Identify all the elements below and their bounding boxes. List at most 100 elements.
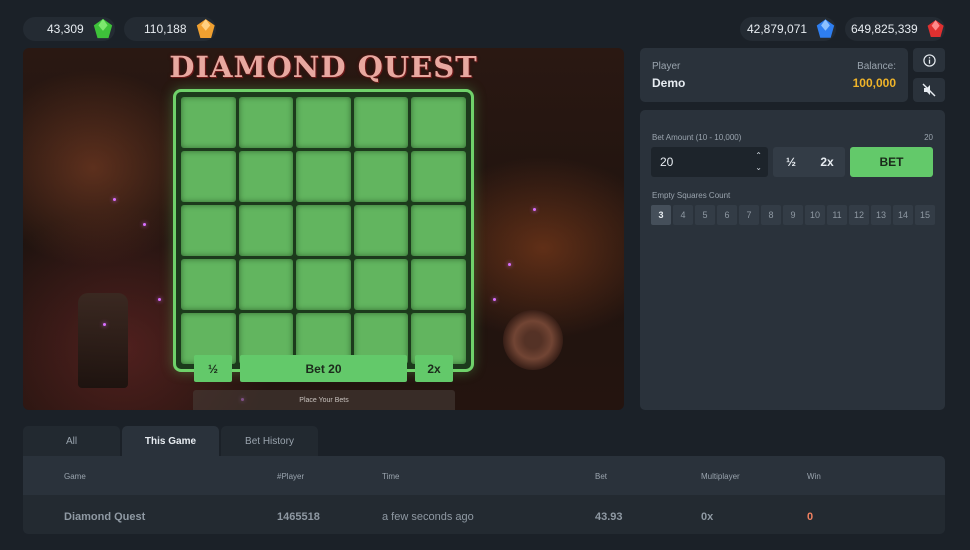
player-card: Player Demo Balance: 100,000 [640, 48, 908, 102]
game-double-button[interactable]: 2x [415, 355, 453, 382]
board-tile[interactable] [181, 259, 236, 310]
info-button[interactable] [913, 48, 945, 72]
square-count-option[interactable]: 6 [717, 205, 737, 225]
empty-squares-label: Empty Squares Count [652, 191, 731, 200]
bet-amount-input[interactable]: 20 ⌃ ⌄ [651, 147, 768, 177]
square-count-option[interactable]: 4 [673, 205, 693, 225]
jackpot-orange: 110,188 [124, 17, 216, 41]
bet-modifier-group: ½ 2x [773, 147, 845, 177]
square-count-option[interactable]: 5 [695, 205, 715, 225]
mute-button[interactable] [913, 78, 945, 102]
double-bet-button[interactable]: 2x [809, 147, 845, 177]
board-tile[interactable] [238, 97, 294, 148]
half-bet-button[interactable]: ½ [773, 147, 809, 177]
bet-amount-label: Bet Amount (10 - 10,000) [652, 133, 742, 142]
sparkle [493, 298, 496, 301]
orange-gem-icon [196, 19, 215, 38]
square-count-option[interactable]: 13 [871, 205, 891, 225]
empty-squares-selector: 3 4 5 6 7 8 9 10 11 12 13 14 15 [651, 205, 935, 225]
square-count-option[interactable]: 10 [805, 205, 825, 225]
board-tile[interactable] [181, 151, 236, 202]
board-tile[interactable] [296, 151, 351, 202]
history-tabs: All This Game Bet History [23, 426, 318, 456]
square-count-option[interactable]: 7 [739, 205, 759, 225]
square-count-option[interactable]: 12 [849, 205, 869, 225]
square-count-option[interactable]: 3 [651, 205, 671, 225]
game-canvas: DIAMOND QUEST ½ Bet 20 2x Place Your Bet… [23, 48, 624, 410]
jackpot-value: 42,879,071 [747, 22, 808, 36]
jackpot-blue: 42,879,071 [740, 17, 836, 41]
amount-stepper[interactable]: ⌃ ⌄ [755, 150, 762, 174]
jackpot-red: 649,825,339 [845, 17, 945, 41]
cell-multiplier: 0x [701, 511, 714, 523]
board-tile[interactable] [181, 97, 236, 148]
scroll-decoration [503, 310, 563, 370]
board-tile[interactable] [353, 259, 409, 310]
square-count-option[interactable]: 11 [827, 205, 847, 225]
info-icon [922, 53, 936, 67]
column-header: Win [807, 472, 821, 481]
balance-label: Balance: [857, 61, 896, 72]
board-tile[interactable] [238, 205, 294, 256]
bet-button[interactable]: BET [850, 147, 933, 177]
board-tile[interactable] [411, 97, 466, 148]
board-tile[interactable] [411, 205, 466, 256]
bets-table: Game #Player Time Bet Multiplayer Win Di… [23, 456, 945, 534]
place-bets-hint: Place Your Bets [193, 390, 455, 410]
column-header: Game [64, 472, 86, 481]
board-tile[interactable] [353, 151, 409, 202]
board-tile[interactable] [181, 205, 236, 256]
board-tile[interactable] [296, 259, 351, 310]
bet-amount-value: 20 [660, 155, 674, 169]
sparkle [113, 198, 116, 201]
sparkle [103, 323, 106, 326]
sparkle [158, 298, 161, 301]
board-tile[interactable] [411, 151, 466, 202]
square-count-option[interactable]: 14 [893, 205, 913, 225]
tab-all[interactable]: All [23, 426, 120, 456]
balance-value: 100,000 [852, 76, 896, 90]
cell-game: Diamond Quest [64, 511, 146, 523]
red-gem-icon [927, 20, 944, 38]
tab-bet-history[interactable]: Bet History [221, 426, 318, 456]
sparkle [533, 208, 536, 211]
board-tile[interactable] [296, 97, 351, 148]
cell-bet: 43.93 [595, 511, 623, 523]
player-name: Demo [652, 76, 686, 90]
chevron-up-icon[interactable]: ⌃ [755, 150, 762, 162]
column-header: Time [382, 472, 400, 481]
cell-player: 1465518 [277, 511, 320, 523]
board-tile[interactable] [238, 151, 294, 202]
sparkle [143, 223, 146, 226]
square-count-option[interactable]: 8 [761, 205, 781, 225]
column-header: Bet [595, 472, 608, 481]
game-title: DIAMOND QUEST [169, 50, 478, 84]
player-label: Player [652, 61, 681, 72]
column-header: Multiplayer [701, 472, 740, 481]
square-count-option[interactable]: 15 [915, 205, 935, 225]
board-tile[interactable] [353, 97, 409, 148]
cell-win: 0 [807, 511, 814, 523]
board-tile[interactable] [411, 259, 466, 310]
cell-time: a few seconds ago [382, 511, 474, 523]
game-bet-button[interactable]: Bet 20 [240, 355, 407, 382]
board-tile[interactable] [353, 205, 409, 256]
chevron-down-icon[interactable]: ⌄ [755, 162, 762, 174]
table-header: Game #Player Time Bet Multiplayer Win [23, 456, 945, 495]
column-header: #Player [277, 472, 305, 481]
speaker-muted-icon [922, 83, 936, 97]
bet-amount-current: 20 [924, 133, 933, 142]
game-board [173, 89, 474, 372]
blue-gem-icon [816, 19, 835, 38]
square-count-option[interactable]: 9 [783, 205, 803, 225]
jackpot-value: 649,825,339 [851, 22, 918, 36]
sparkle [508, 263, 511, 266]
bet-panel: Bet Amount (10 - 10,000) 20 20 ⌃ ⌄ ½ 2x … [640, 110, 945, 410]
tab-this-game[interactable]: This Game [122, 426, 219, 456]
jackpot-value: 43,309 [47, 22, 84, 36]
board-tile[interactable] [238, 259, 294, 310]
board-tile[interactable] [296, 205, 351, 256]
game-half-button[interactable]: ½ [194, 355, 232, 382]
jackpot-value: 110,188 [144, 22, 187, 36]
jackpot-green: 43,309 [23, 17, 115, 41]
